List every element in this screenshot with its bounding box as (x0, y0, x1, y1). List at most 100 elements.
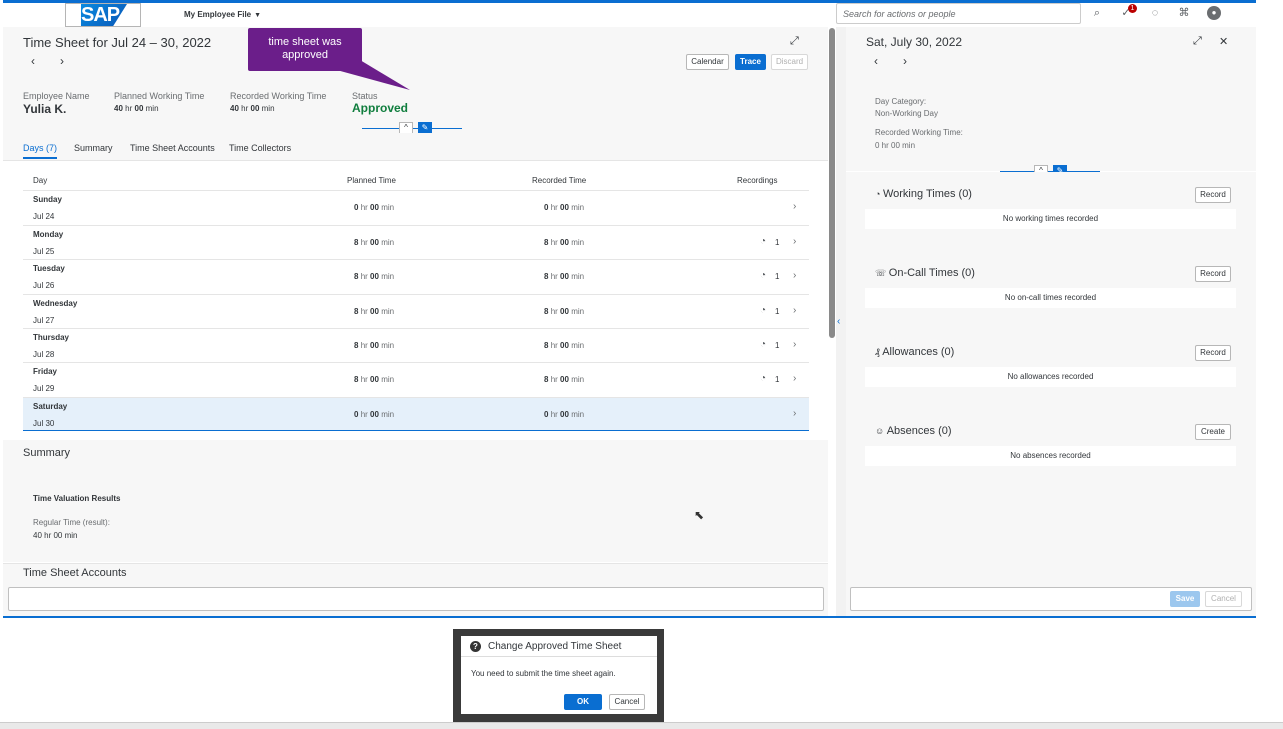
row-recorded-time: 8 hr 00 min (544, 238, 585, 247)
row-day: Wednesday (33, 299, 78, 308)
notification-badge: 1 (1128, 4, 1137, 13)
dialog-message: You need to submit the time sheet again. (471, 669, 616, 678)
regular-time-value: 40 hr 00 min (33, 531, 78, 540)
chevron-down-icon: ▼ (254, 12, 262, 19)
working-times-title: ◔ Working Times (0) (875, 188, 972, 200)
search-input[interactable]: Search for actions or people (836, 3, 1081, 24)
chat-icon[interactable]: ◌ (1148, 6, 1162, 20)
fullscreen-icon[interactable]: ⤢ (790, 35, 799, 48)
row-day: Tuesday (33, 264, 65, 273)
row-day: Thursday (33, 333, 70, 342)
absence-icon: ☺ (875, 426, 887, 436)
active-tab-indicator (23, 157, 57, 159)
window-bottom-border (3, 616, 1256, 618)
accounts-title: Time Sheet Accounts (23, 567, 127, 579)
row-recorded-time: 0 hr 00 min (544, 410, 585, 419)
detail-recorded-label: Recorded Working Time: (875, 128, 963, 137)
previous-week-icon[interactable]: ‹ (31, 54, 35, 68)
row-planned-time: 8 hr 00 min (354, 375, 395, 384)
tab-summary[interactable]: Summary (74, 143, 113, 153)
record-working-time-button[interactable]: Record (1195, 187, 1231, 203)
record-on-call-button[interactable]: Record (1195, 266, 1231, 282)
save-button[interactable]: Save (1170, 591, 1200, 607)
table-row[interactable]: Sunday Jul 24 0 hr 00 min 0 hr 00 min › (23, 190, 809, 224)
row-date: Jul 30 (33, 419, 55, 428)
help-icon[interactable]: ⌘ (1177, 6, 1191, 20)
row-day: Saturday (33, 402, 68, 411)
row-planned-time: 0 hr 00 min (354, 410, 395, 419)
employee-name-label: Employee Name (23, 91, 90, 101)
row-date: Jul 27 (33, 316, 55, 325)
app-title-menu[interactable]: My Employee File ▼ (184, 10, 261, 19)
tab-time-collectors[interactable]: Time Collectors (229, 143, 291, 153)
detail-title: Sat, July 30, 2022 (866, 35, 963, 49)
table-row[interactable]: Tuesday Jul 26 8 hr 00 min 8 hr 00 min ◔… (23, 259, 809, 293)
row-day: Monday (33, 230, 64, 239)
summary-section (3, 440, 828, 562)
column-header-planned: Planned Time (347, 176, 396, 185)
tab-time-sheet-accounts[interactable]: Time Sheet Accounts (130, 143, 215, 153)
collapse-panel-icon[interactable]: ‹ (837, 316, 840, 327)
recorded-time-value: 40 hr 00 min (230, 104, 275, 113)
left-footer-toolbar (8, 587, 824, 611)
column-header-day: Day (33, 176, 48, 185)
recordings-count: 1 (775, 375, 780, 384)
row-planned-time: 8 hr 00 min (354, 341, 395, 350)
regular-time-label: Regular Time (result): (33, 518, 110, 527)
employee-name: Yulia K. (23, 102, 67, 116)
ok-button[interactable]: OK (564, 694, 602, 710)
table-row[interactable]: Friday Jul 29 8 hr 00 min 8 hr 00 min ◔ … (23, 362, 809, 396)
absences-empty: No absences recorded (865, 446, 1236, 466)
create-absence-button[interactable]: Create (1195, 424, 1231, 440)
working-times-icon: ◔ (875, 189, 883, 199)
chevron-right-icon[interactable]: › (793, 305, 796, 316)
row-date: Jul 26 (33, 281, 55, 290)
chevron-right-icon[interactable]: › (793, 236, 796, 247)
chevron-right-icon[interactable]: › (793, 270, 796, 281)
row-day: Sunday (33, 195, 62, 204)
row-recorded-time: 8 hr 00 min (544, 272, 585, 281)
planned-time-value: 40 hr 00 min (114, 104, 159, 113)
record-allowance-button[interactable]: Record (1195, 345, 1231, 361)
chevron-right-icon[interactable]: › (793, 373, 796, 384)
chevron-right-icon[interactable]: › (793, 339, 796, 350)
vertical-scrollbar[interactable] (829, 28, 835, 338)
row-date: Jul 29 (33, 384, 55, 393)
column-header-recorded: Recorded Time (532, 176, 587, 185)
row-day: Friday (33, 367, 58, 376)
cancel-button[interactable]: Cancel (1205, 591, 1242, 607)
search-icon[interactable]: ⌕ (1090, 6, 1104, 20)
row-recorded-time: 8 hr 00 min (544, 375, 585, 384)
working-time-icon: ◔ (760, 236, 767, 247)
status-label: Status (352, 91, 378, 101)
working-time-icon: ◔ (760, 270, 767, 281)
next-week-icon[interactable]: › (60, 54, 64, 68)
calendar-button[interactable]: Calendar (686, 54, 729, 70)
user-avatar[interactable]: ● (1207, 6, 1221, 20)
row-date: Jul 25 (33, 247, 55, 256)
chevron-right-icon[interactable]: › (793, 201, 796, 212)
trace-button[interactable]: Trace (735, 54, 766, 70)
sap-logo[interactable]: SAP (65, 3, 141, 27)
table-row[interactable]: Thursday Jul 28 8 hr 00 min 8 hr 00 min … (23, 328, 809, 362)
table-row[interactable]: Monday Jul 25 8 hr 00 min 8 hr 00 min ◔ … (23, 225, 809, 259)
chevron-right-icon[interactable]: › (793, 408, 796, 419)
tab-bar (3, 133, 828, 161)
dialog-cancel-button[interactable]: Cancel (609, 694, 645, 710)
recordings-count: 1 (775, 341, 780, 350)
detail-recorded-value: 0 hr 00 min (875, 141, 916, 150)
discard-button[interactable]: Discard (771, 54, 808, 70)
previous-day-icon[interactable]: ‹ (874, 54, 878, 68)
next-day-icon[interactable]: › (903, 54, 907, 68)
table-row-selected[interactable]: Saturday Jul 30 0 hr 00 min 0 hr 00 min … (23, 397, 809, 431)
status-value: Approved (352, 101, 409, 115)
tab-days[interactable]: Days (7) (23, 143, 57, 153)
row-planned-time: 8 hr 00 min (354, 272, 395, 281)
sap-logo-text: SAP (81, 4, 127, 26)
close-icon[interactable]: ✕ (1219, 35, 1228, 48)
confirm-dialog: ? Change Approved Time Sheet You need to… (461, 636, 657, 714)
allowances-empty: No allowances recorded (865, 367, 1236, 387)
fullscreen-icon[interactable]: ⤢ (1193, 35, 1202, 48)
table-row[interactable]: Wednesday Jul 27 8 hr 00 min 8 hr 00 min… (23, 294, 809, 328)
day-category-label: Day Category: (875, 97, 927, 106)
